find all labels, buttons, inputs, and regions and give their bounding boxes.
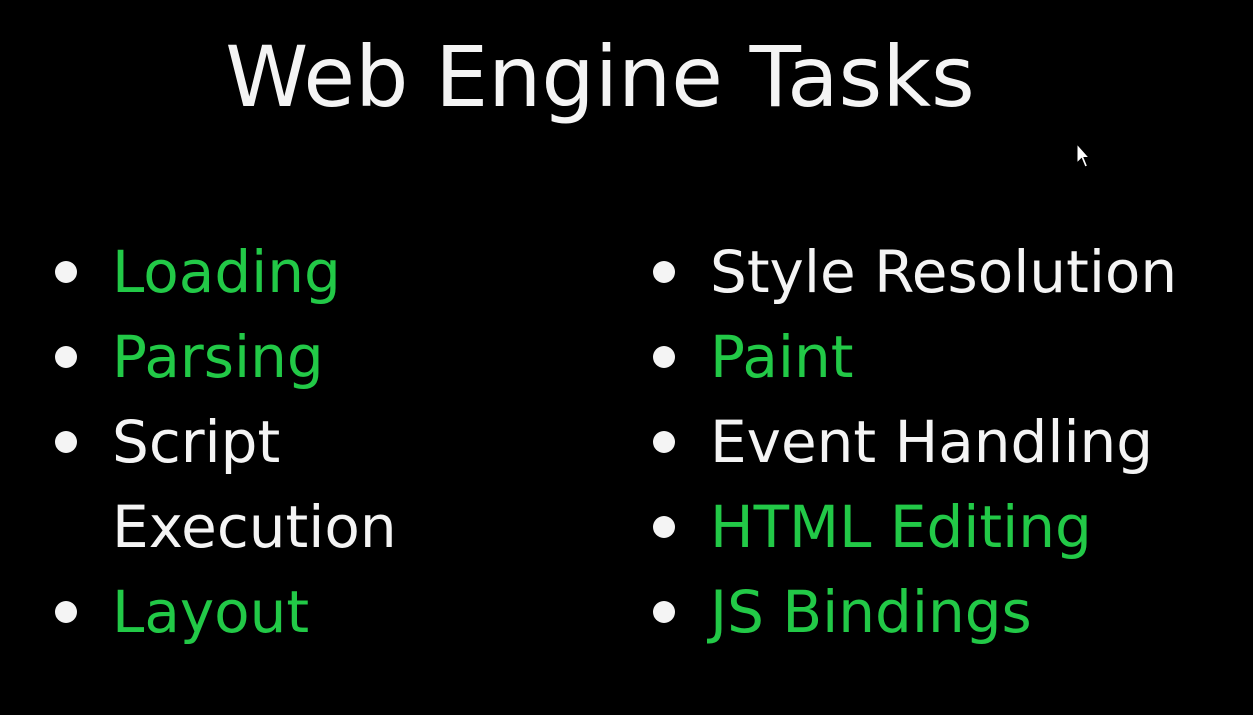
right-bullet-list: Style Resolution Paint Event Handling HT… <box>650 230 1250 655</box>
left-bullet-list: Loading Parsing Script Execution Layout <box>52 230 592 655</box>
bullet-icon <box>55 431 77 453</box>
list-item-label: Style Resolution <box>710 238 1178 306</box>
list-item-label: Event Handling <box>710 408 1154 476</box>
list-item: JS Bindings <box>650 570 1250 655</box>
bullet-icon <box>653 516 675 538</box>
bullet-icon <box>55 346 77 368</box>
list-item: Style Resolution <box>650 230 1250 315</box>
bullet-icon <box>653 431 675 453</box>
list-item-label: HTML Editing <box>710 493 1092 561</box>
list-item: Event Handling <box>650 400 1250 485</box>
bullet-icon <box>653 346 675 368</box>
bullet-icon <box>55 601 77 623</box>
list-item: Paint <box>650 315 1250 400</box>
list-item: Layout <box>52 570 592 655</box>
list-item-label-line2: Execution <box>112 493 397 561</box>
list-item-label: Layout <box>112 578 310 646</box>
bullet-icon <box>653 261 675 283</box>
slide: Web Engine Tasks Loading Parsing Script … <box>0 0 1253 715</box>
list-item-label: Parsing <box>112 323 324 391</box>
list-item-label: JS Bindings <box>710 578 1032 646</box>
bullet-icon <box>653 601 675 623</box>
list-item: Parsing <box>52 315 592 400</box>
mouse-pointer-icon <box>1076 143 1090 168</box>
list-item-label: Loading <box>112 238 341 306</box>
list-item-label: Paint <box>710 323 854 391</box>
list-item: Loading <box>52 230 592 315</box>
list-item: HTML Editing <box>650 485 1250 570</box>
list-item: Script Execution <box>52 400 592 570</box>
list-item-label-line1: Script <box>112 408 281 476</box>
slide-title: Web Engine Tasks <box>225 28 975 126</box>
bullet-icon <box>55 261 77 283</box>
